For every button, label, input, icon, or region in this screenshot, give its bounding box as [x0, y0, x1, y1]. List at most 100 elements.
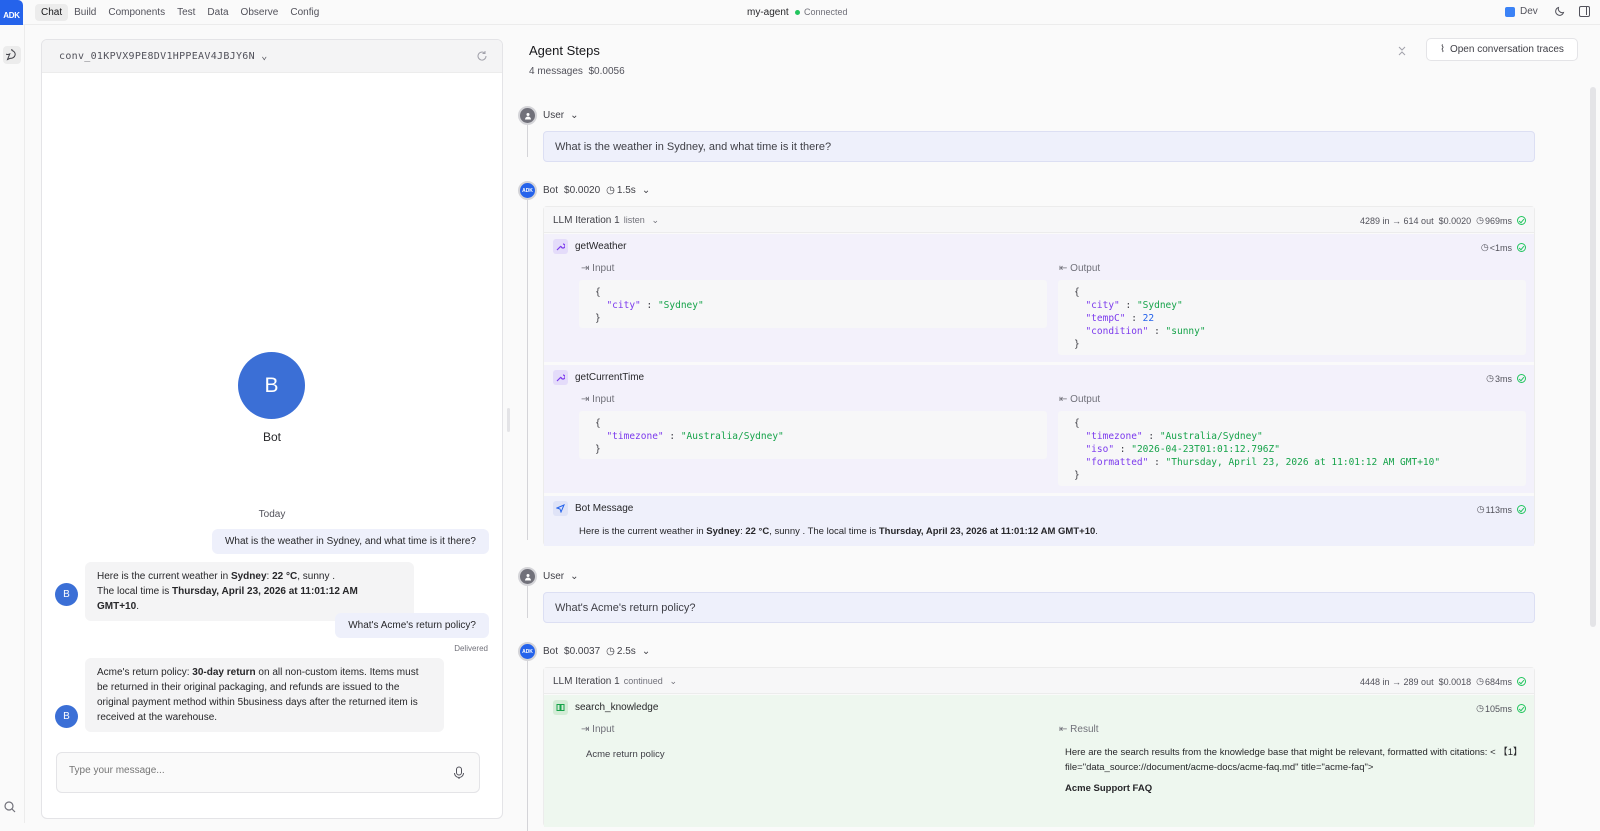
moon-icon[interactable]: [1554, 5, 1566, 17]
text-bold: 22 °C: [272, 571, 298, 582]
timeline-line: [527, 661, 528, 831]
token-stats: 4289 in → 614 out: [1360, 215, 1434, 226]
book-icon: [553, 700, 568, 715]
tool-input-json: { "timezone" : "Australia/Sydney" }: [579, 411, 1047, 459]
result-label: ⇤ Result: [1059, 724, 1099, 735]
tool-input-json: { "city" : "Sydney" }: [579, 280, 1047, 328]
panel-resize-handle[interactable]: [507, 408, 510, 432]
conversation-id-select[interactable]: conv_01KPVX9PE8DV1HPPEAV4JBJY6N ⌄: [59, 51, 268, 62]
nav-chat[interactable]: Chat: [35, 4, 69, 21]
nav-data[interactable]: Data: [201, 4, 234, 21]
user-icon: [518, 106, 537, 125]
open-traces-button[interactable]: ⌇ Open conversation traces: [1426, 38, 1578, 61]
user-step-message: What's Acme's return policy?: [543, 592, 1535, 623]
date-divider: Today: [258, 509, 286, 520]
connection-status-label: Connected: [804, 7, 848, 17]
main-nav: Chat Build Components Test Data Observe …: [35, 4, 325, 21]
json-value: "Thursday, April 23, 2026 at 11:01:12 AM…: [1165, 457, 1441, 468]
bot-message-duration: 113ms: [1485, 504, 1512, 515]
connection-status: Connected: [795, 7, 848, 17]
user-step-message: What is the weather in Sydney, and what …: [543, 131, 1535, 162]
text-run: , sunny .: [297, 571, 336, 582]
nav-components[interactable]: Components: [102, 4, 171, 21]
microphone-icon[interactable]: [453, 766, 465, 780]
json-key: "timezone": [606, 431, 664, 442]
conversation-header: conv_01KPVX9PE8DV1HPPEAV4JBJY6N ⌄: [42, 40, 502, 73]
side-rail: [0, 25, 25, 823]
clock-icon: ◷: [1476, 676, 1484, 686]
text-bold: Sydney: [230, 571, 267, 582]
llm-iteration: LLM Iteration 1 listen ⌄ 4289 in → 614 ou…: [543, 206, 1535, 546]
steps-meta: 4 messages $0.0056: [529, 66, 625, 77]
agent-steps-panel: Agent Steps 4 messages $0.0056 ⌇ Open con…: [515, 30, 1600, 831]
user-message: What is the weather in Sydney, and what …: [211, 529, 489, 554]
text-run: Here is the current weather in: [579, 526, 707, 537]
bot-message-label: Bot Message: [575, 503, 634, 514]
wrench-icon: [553, 370, 568, 385]
text-run: The local time is: [97, 586, 173, 597]
timeline-line: [527, 200, 528, 540]
collapse-all-icon[interactable]: [1397, 46, 1407, 56]
iteration-label: LLM Iteration 1: [553, 215, 620, 226]
nav-config[interactable]: Config: [284, 4, 325, 21]
nav-build[interactable]: Build: [68, 4, 102, 21]
role-label: Bot: [543, 185, 559, 196]
env-switcher[interactable]: Dev: [1505, 6, 1538, 17]
json-value: 22: [1142, 313, 1155, 324]
chevron-down-icon: ⌄: [570, 571, 579, 582]
timeline-line: [527, 586, 528, 618]
bot-name: Bot: [262, 430, 281, 444]
refresh-icon[interactable]: [476, 50, 488, 62]
wrench-icon: [553, 239, 568, 254]
bot-message-avatar: B: [55, 705, 78, 728]
text-run: .: [1095, 526, 1098, 537]
step-duration: 2.5s: [616, 646, 636, 657]
nav-test[interactable]: Test: [171, 4, 201, 21]
search-query: Acme return policy: [586, 749, 665, 760]
chevron-down-icon: ⌄: [669, 676, 678, 686]
bot-step-header[interactable]: ADK Bot $0.0037 ◷ 2.5s ⌄: [518, 642, 650, 661]
iteration-duration: 684ms: [1484, 676, 1512, 687]
step-duration: 1.5s: [616, 185, 636, 196]
json-value: "2026-04-23T01:01:12.796Z": [1131, 444, 1280, 455]
text-bold: Sydney: [706, 526, 741, 537]
llm-iteration-header[interactable]: LLM Iteration 1 listen ⌄ 4289 in → 614 ou…: [544, 207, 1534, 233]
user-step-header[interactable]: User ⌄: [518, 567, 579, 586]
search-icon[interactable]: [3, 800, 17, 814]
bot-message: Acme's return policy: 30-day return on a…: [85, 658, 444, 732]
nav-observe[interactable]: Observe: [235, 4, 285, 21]
input-label: ⇥ Input: [581, 263, 615, 274]
iteration-mode: continued: [623, 676, 663, 686]
tool-duration: 105ms: [1484, 703, 1512, 714]
message-input[interactable]: [69, 765, 429, 776]
chat-bubble-icon[interactable]: [3, 46, 21, 64]
scrollbar[interactable]: [1590, 87, 1596, 627]
open-traces-label: Open conversation traces: [1449, 44, 1564, 55]
bot-step-header[interactable]: ADK Bot $0.0020 ◷ 1.5s ⌄: [518, 181, 650, 200]
status-dot-icon: [795, 9, 800, 15]
check-circle-icon: [1517, 374, 1526, 383]
role-label: User: [543, 571, 565, 582]
panel-toggle-icon[interactable]: [1579, 6, 1590, 17]
json-key: "iso": [1085, 444, 1115, 455]
tool-call: getCurrentTime ◷ 3ms ⇥ Input ⇤ Output { "…: [544, 365, 1534, 493]
knowledge-search-call: search_knowledge ◷ 105ms ⇥ Input ⇤ Result…: [544, 695, 1534, 827]
output-label-text: Output: [1070, 263, 1101, 274]
tool-call-header[interactable]: getWeather: [553, 239, 627, 254]
step-cost: $0.0020: [564, 185, 601, 196]
env-label: Dev: [1520, 6, 1538, 17]
json-key: "condition": [1085, 326, 1149, 337]
tool-call-header[interactable]: search_knowledge: [553, 700, 658, 715]
check-circle-icon: [1517, 704, 1526, 713]
tool-call-header[interactable]: getCurrentTime: [553, 370, 644, 385]
clock-icon: ◷: [606, 646, 615, 657]
clock-icon: ◷: [1476, 703, 1484, 713]
input-label: ⇥ Input: [581, 724, 615, 735]
llm-iteration: LLM Iteration 1 continued ⌄ 4448 in → 289…: [543, 667, 1535, 827]
user-step-header[interactable]: User ⌄: [518, 106, 579, 125]
bot-message-text: Here is the current weather in Sydney: 2…: [579, 526, 1098, 537]
bot-message-avatar: B: [55, 583, 78, 606]
json-value: "sunny": [1165, 326, 1206, 337]
bot-message-header[interactable]: Bot Message: [553, 501, 633, 516]
llm-iteration-header[interactable]: LLM Iteration 1 continued ⌄ 4448 in → 289…: [544, 668, 1534, 694]
